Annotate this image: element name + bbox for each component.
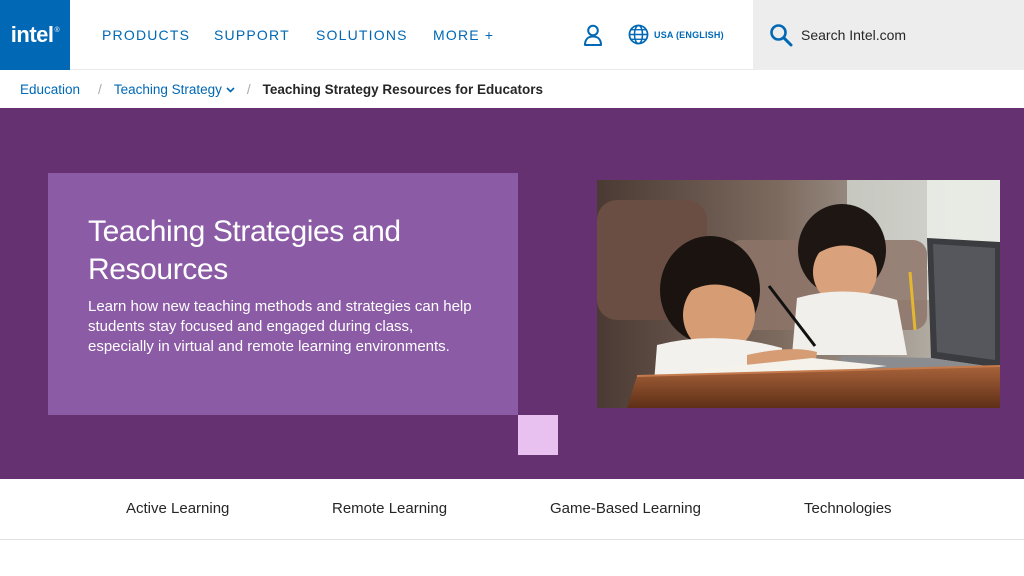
breadcrumb-current: Teaching Strategy Resources for Educator… [262, 81, 543, 97]
decorative-square [518, 415, 558, 455]
hero-card: Teaching Strategies and Resources Learn … [48, 173, 518, 415]
chevron-down-icon [226, 87, 235, 93]
nav-support[interactable]: SUPPORT [214, 27, 290, 43]
hero-title: Teaching Strategies and Resources [88, 215, 401, 286]
search-bar[interactable] [753, 0, 1024, 70]
nav-more[interactable]: MORE + [433, 27, 494, 43]
breadcrumb-separator: / [98, 81, 102, 97]
tab-game-based-learning[interactable]: Game-Based Learning [550, 500, 701, 517]
tab-active-learning[interactable]: Active Learning [126, 500, 229, 517]
topic-tabs: Active Learning Remote Learning Game-Bas… [0, 479, 1024, 540]
hero-banner: Teaching Strategies and Resources Learn … [0, 108, 1024, 479]
logo-text: intel [10, 22, 54, 47]
nav-solutions[interactable]: SOLUTIONS [316, 27, 408, 43]
breadcrumb: Education / Teaching Strategy / Teaching… [0, 70, 1024, 108]
globe-icon [628, 24, 649, 45]
intel-logo[interactable]: intel ® [0, 0, 70, 70]
breadcrumb-separator: / [246, 81, 251, 97]
user-icon [584, 24, 602, 46]
account-button[interactable] [580, 22, 606, 48]
nav-products[interactable]: PRODUCTS [102, 27, 190, 43]
site-header: intel ® PRODUCTS SUPPORT SOLUTIONS MORE +… [0, 0, 1024, 70]
search-input[interactable] [801, 27, 1001, 43]
breadcrumb-teaching-strategy-label: Teaching Strategy [113, 81, 222, 97]
girls-studying-illustration [597, 180, 1000, 408]
breadcrumb-teaching-strategy[interactable]: Teaching Strategy [114, 82, 235, 97]
language-selector[interactable]: USA (ENGLISH) [628, 24, 724, 45]
search-icon [770, 24, 793, 47]
breadcrumb-education[interactable]: Education [20, 82, 80, 97]
hero-photo [597, 180, 1000, 408]
logo-mark: ® [54, 26, 60, 34]
language-label: USA (ENGLISH) [654, 29, 724, 40]
tab-technologies[interactable]: Technologies [804, 500, 892, 517]
hero-description: Learn how new teaching methods and strat… [88, 298, 472, 355]
tab-remote-learning[interactable]: Remote Learning [332, 500, 447, 517]
